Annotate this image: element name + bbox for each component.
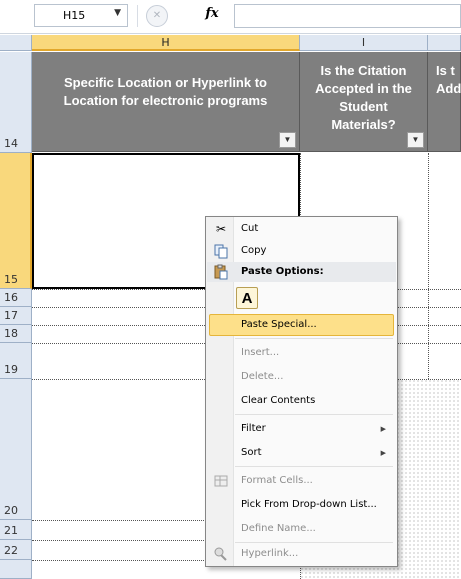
menu-separator (235, 338, 393, 339)
menu-item-delete[interactable]: Delete... (207, 366, 396, 388)
chevron-right-icon: ▶ (380, 449, 386, 457)
header-text-i: Is the Citation Accepted in the Student … (315, 63, 412, 132)
menu-item-insert[interactable]: Insert... (207, 342, 396, 364)
menu-separator (235, 466, 393, 467)
column-header-j[interactable] (428, 35, 461, 51)
row-header-20[interactable]: 20 (0, 379, 32, 520)
column-header-i[interactable]: I (300, 35, 428, 51)
cancel-icon[interactable]: ✕ (146, 5, 168, 27)
hyperlink-icon (213, 546, 229, 562)
filter-dropdown-icon[interactable]: ▼ (407, 132, 424, 148)
chevron-right-icon: ▶ (380, 425, 386, 433)
row-header-22[interactable]: 22 (0, 540, 32, 560)
row-header-16[interactable]: 16 (0, 289, 32, 307)
menu-item-filter[interactable]: Filter ▶ (207, 418, 396, 440)
filter-dropdown-icon[interactable]: ▼ (279, 132, 296, 148)
gridline (428, 153, 429, 379)
format-cells-icon (213, 473, 229, 489)
row-header-15[interactable]: 15 (0, 153, 32, 289)
row-header-18[interactable]: 18 (0, 325, 32, 343)
menu-item-sort[interactable]: Sort ▶ (207, 442, 396, 464)
row-header-14[interactable]: 14 (0, 52, 32, 153)
paste-values-icon[interactable]: A (236, 287, 258, 309)
chevron-down-icon[interactable]: ▼ (114, 8, 121, 18)
header-text-h: Specific Location or Hyperlink to Locati… (63, 75, 268, 108)
menu-item-copy[interactable]: Copy (207, 240, 396, 262)
menu-separator (235, 414, 393, 415)
menu-item-pick-from-dropdown[interactable]: Pick From Drop-down List... (207, 494, 396, 516)
row-header-21[interactable]: 21 (0, 520, 32, 540)
row-header-23[interactable] (0, 560, 32, 579)
menu-header-paste-options: Paste Options: (207, 262, 396, 282)
insert-function-icon[interactable]: fx (203, 6, 221, 26)
paste-icon (213, 264, 229, 280)
menu-item-hyperlink[interactable]: Hyperlink... (207, 543, 396, 565)
scissors-icon: ✂ (215, 222, 227, 236)
header-text-j: Is t Add (436, 63, 461, 96)
header-cell-j14[interactable]: Is t Add (428, 52, 461, 152)
menu-item-paste-special[interactable]: Paste Special... (207, 314, 396, 336)
copy-icon (213, 243, 229, 259)
formula-bar-divider (137, 5, 138, 27)
row-header-17[interactable]: 17 (0, 307, 32, 325)
menu-item-cut[interactable]: ✂ Cut (207, 218, 396, 240)
menu-item-format-cells[interactable]: Format Cells... (207, 470, 396, 492)
header-cell-h14[interactable]: Specific Location or Hyperlink to Locati… (32, 52, 300, 152)
formula-input[interactable] (234, 4, 461, 28)
name-box[interactable]: H15 ▼ (34, 4, 128, 27)
header-cell-i14[interactable]: Is the Citation Accepted in the Student … (300, 52, 428, 152)
name-box-value: H15 (63, 9, 86, 22)
menu-item-clear-contents[interactable]: Clear Contents (207, 390, 396, 412)
select-all-corner[interactable] (0, 35, 32, 51)
column-header-h[interactable]: H (32, 35, 300, 51)
row-header-19[interactable]: 19 (0, 343, 32, 379)
menu-item-define-name[interactable]: Define Name... (207, 518, 396, 540)
